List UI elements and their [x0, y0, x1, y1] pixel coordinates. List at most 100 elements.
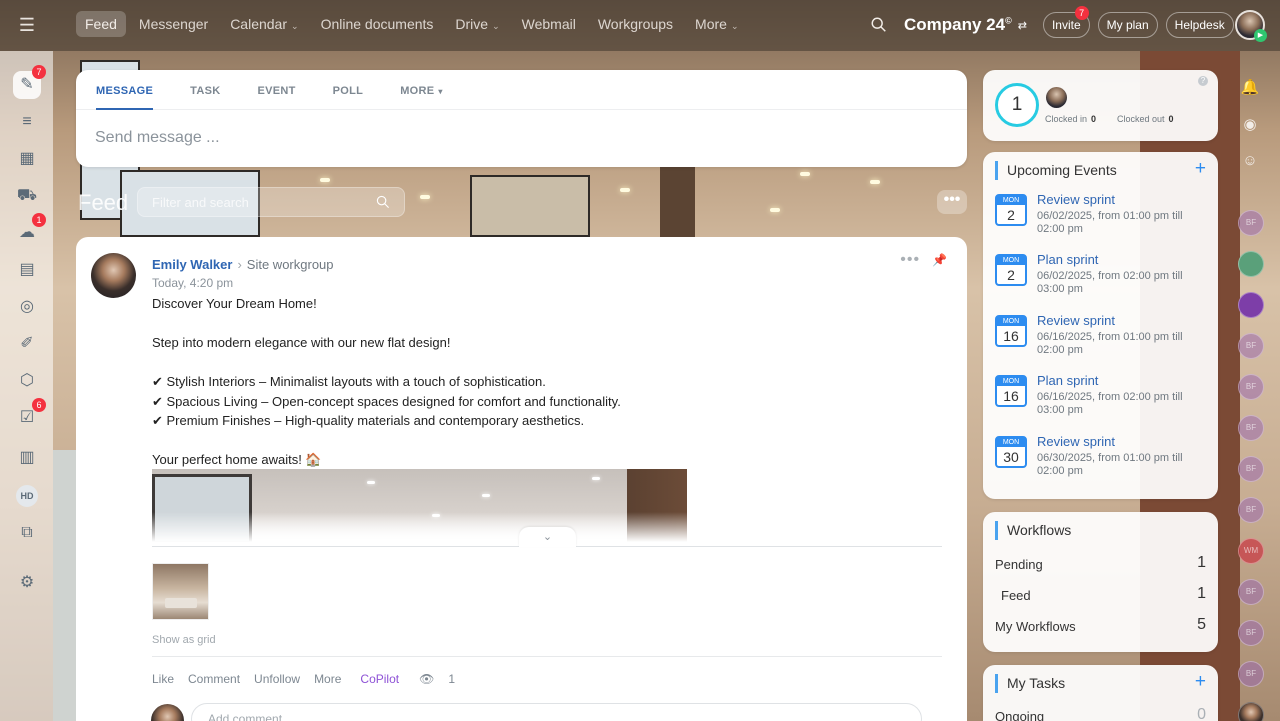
online-user-avatar[interactable]: BF	[1238, 620, 1264, 646]
nav-link-webmail[interactable]: Webmail	[513, 11, 585, 37]
nav-link-workgroups[interactable]: Workgroups	[589, 11, 682, 37]
event-title[interactable]: Review sprint	[1037, 313, 1115, 328]
show-as-grid-link[interactable]: Show as grid	[152, 634, 216, 646]
filter-search-box[interactable]	[137, 187, 405, 217]
copilot-button[interactable]: CoPilot	[360, 672, 399, 686]
eye-icon: 👁	[419, 672, 435, 686]
upcoming-events-title[interactable]: Upcoming Events	[995, 161, 1117, 180]
help-icon[interactable]: ?	[1198, 76, 1208, 86]
hd-icon[interactable]: HD	[16, 485, 38, 507]
post-text-line	[152, 431, 942, 451]
online-user-avatar[interactable]: BF	[1238, 210, 1264, 236]
nav-link-feed[interactable]: Feed	[76, 11, 126, 37]
chat-bubble-icon[interactable]: ☺	[1238, 149, 1262, 173]
pin-icon[interactable]: 📌	[932, 253, 947, 267]
comment-button[interactable]: Comment	[188, 672, 240, 686]
event-item[interactable]: MON 16 Plan sprint 06/16/2025, from 02:00 p…	[995, 373, 1205, 428]
online-user-avatar[interactable]: BF	[1238, 661, 1264, 687]
add-event-plus-icon[interactable]: +	[1195, 159, 1206, 179]
settings-toggle-icon[interactable]: ⇄	[1018, 19, 1027, 32]
online-user-avatar[interactable]: BF	[1238, 497, 1264, 523]
workflow-row[interactable]: Feed 1	[995, 585, 1206, 603]
tasks-ongoing-row[interactable]: Ongoing 0	[995, 706, 1206, 721]
event-item[interactable]: MON 30 Review sprint 06/30/2025, from 01:00…	[995, 434, 1205, 489]
chat-icon[interactable]: ✎ 7	[13, 65, 46, 99]
tasks-icon[interactable]: ☑ 6	[13, 398, 46, 432]
building-icon[interactable]: ▤	[13, 256, 41, 284]
online-user-avatar[interactable]: WM	[1238, 538, 1264, 564]
target-icon[interactable]: ◎	[13, 293, 41, 321]
online-user-avatar[interactable]: BF	[1238, 333, 1264, 359]
nav-link-drive[interactable]: Drive ⌄	[446, 11, 508, 37]
notifications-bell-icon[interactable]: 🔔	[1238, 76, 1262, 100]
store-icon[interactable]: ☁ 1	[13, 213, 46, 247]
divider	[152, 656, 942, 657]
document-scan-icon[interactable]: ⧉	[13, 519, 41, 547]
composer-tab-message[interactable]: MESSAGE	[96, 70, 154, 110]
worktime-counter[interactable]: 1	[995, 83, 1039, 127]
workflow-row[interactable]: Pending 1	[995, 554, 1206, 572]
online-user-avatar[interactable]	[1238, 702, 1264, 721]
event-title[interactable]: Review sprint	[1037, 434, 1115, 449]
unfollow-button[interactable]: Unfollow	[254, 672, 300, 686]
image-thumbnail[interactable]	[152, 563, 209, 620]
more-dots-icon[interactable]: •••	[900, 251, 920, 269]
send-message-input[interactable]: Send message ...	[76, 110, 967, 147]
helpdesk-button[interactable]: Helpdesk	[1165, 12, 1234, 38]
more-button[interactable]: More	[314, 672, 341, 686]
workflows-title[interactable]: Workflows	[995, 521, 1071, 540]
composer-tab-event[interactable]: EVENT	[257, 70, 295, 109]
event-item[interactable]: MON 2 Plan sprint 06/02/2025, from 02:00 pm…	[995, 252, 1205, 307]
expand-chevron-icon[interactable]: ⌄	[519, 527, 576, 547]
online-user-avatar[interactable]: BF	[1238, 374, 1264, 400]
filter-funnel-icon[interactable]: ≡	[13, 108, 41, 136]
post-image[interactable]	[152, 469, 687, 542]
like-button[interactable]: Like	[152, 672, 174, 686]
add-comment-input[interactable]: Add comment	[191, 703, 922, 721]
post-time[interactable]: Today, 4:20 pm	[152, 276, 233, 290]
analytics-icon[interactable]: ▥	[13, 444, 41, 472]
online-user-avatar[interactable]: BF	[1238, 579, 1264, 605]
event-day: 16	[1003, 388, 1019, 404]
event-title[interactable]: Review sprint	[1037, 192, 1115, 207]
author-name[interactable]: Emily Walker	[152, 257, 232, 272]
event-item[interactable]: MON 2 Review sprint 06/02/2025, from 01:00 …	[995, 192, 1205, 247]
online-user-avatar[interactable]: BF	[1238, 456, 1264, 482]
add-task-plus-icon[interactable]: +	[1195, 672, 1206, 692]
composer-tab-poll[interactable]: POLL	[333, 70, 364, 109]
shopping-cart-icon[interactable]: ⛟	[13, 182, 41, 210]
pencil-icon[interactable]: ✐	[13, 330, 41, 358]
online-user-avatar[interactable]	[1238, 292, 1264, 318]
nav-link-online-documents[interactable]: Online documents	[312, 11, 443, 37]
hamburger-menu-icon[interactable]: ☰	[16, 14, 38, 36]
nav-link-messenger[interactable]: Messenger	[130, 11, 217, 37]
calendar-tasks-icon[interactable]: ▦	[13, 145, 41, 173]
user-avatar[interactable]: ▶	[1235, 10, 1267, 42]
event-time: 06/16/2025, from 01:00 pm till 02:00 pm	[1037, 331, 1183, 356]
post-footer: Like Comment Unfollow More CoPilot 👁 1	[152, 672, 469, 686]
invite-button[interactable]: Invite 7	[1042, 6, 1090, 38]
composer-tab-task[interactable]: TASK	[190, 70, 220, 109]
author-avatar[interactable]	[91, 253, 136, 298]
workflow-row[interactable]: My Workflows 5	[995, 616, 1206, 634]
online-user-avatar[interactable]	[1238, 251, 1264, 277]
feed-more-button[interactable]: •••	[937, 190, 967, 214]
event-title[interactable]: Plan sprint	[1037, 252, 1098, 267]
search-icon[interactable]	[870, 16, 888, 34]
timeman-avatar[interactable]	[1046, 87, 1067, 108]
settings-gear-icon[interactable]: ⚙	[13, 569, 41, 597]
my-plan-button[interactable]: My plan	[1097, 12, 1158, 38]
nav-link-calendar[interactable]: Calendar ⌄	[221, 11, 307, 37]
post-group[interactable]: Site workgroup	[247, 257, 334, 272]
workflow-count: 1	[1197, 554, 1206, 571]
my-tasks-title[interactable]: My Tasks	[995, 674, 1065, 693]
activity-spiral-icon[interactable]: ◉	[1238, 113, 1262, 137]
event-item[interactable]: MON 16 Review sprint 06/16/2025, from 01:00…	[995, 313, 1205, 368]
filter-search-input[interactable]	[138, 188, 358, 216]
event-title[interactable]: Plan sprint	[1037, 373, 1098, 388]
nav-link-more[interactable]: More ⌄	[686, 11, 747, 37]
company-logo[interactable]: Company 24©	[904, 15, 1012, 35]
cube-icon[interactable]: ⬡	[13, 367, 41, 395]
composer-tab-more[interactable]: MORE ▾	[400, 70, 443, 109]
online-user-avatar[interactable]: BF	[1238, 415, 1264, 441]
